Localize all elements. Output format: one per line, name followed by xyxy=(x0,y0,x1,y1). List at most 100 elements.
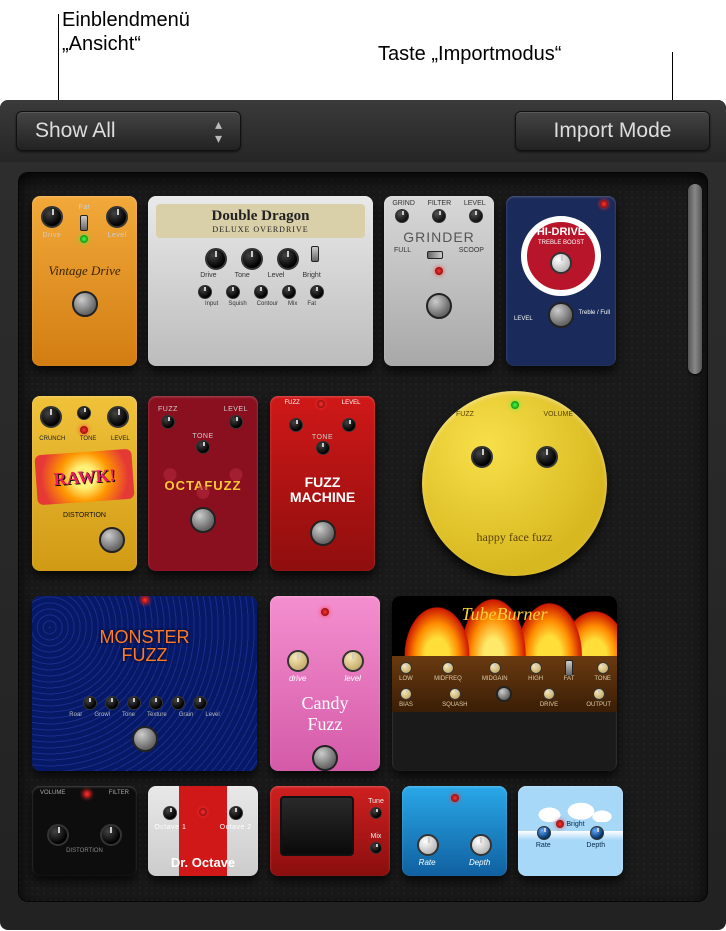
callout-text: Einblendmenü xyxy=(62,8,190,32)
pedal-label: MACHINE xyxy=(270,490,375,505)
knob-label: FILTER xyxy=(109,790,129,798)
pedal-grid: Drive Fat Level Vintage Drive Double Dra… xyxy=(32,186,678,902)
knob-label: FAT xyxy=(564,676,575,682)
knob-label: TONE xyxy=(594,676,611,682)
pedal-rawk[interactable]: CRUNCH TONE LEVEL RAWK! DISTORTION xyxy=(32,396,137,571)
knob-label: FUZZ xyxy=(158,406,178,413)
pedal-label: MONSTER xyxy=(32,628,257,646)
knob-label: VOLUME xyxy=(40,790,65,798)
import-mode-button[interactable]: Import Mode xyxy=(515,111,710,151)
pedal-label: GRINDER xyxy=(384,229,494,245)
footswitch-icon xyxy=(548,302,574,328)
knob-label: Mix xyxy=(368,833,384,840)
pedal-sublabel: DISTORTION xyxy=(32,848,137,854)
pedal-grinder[interactable]: GRIND FILTER LEVEL GRINDER FULL SCOOP xyxy=(384,196,494,366)
knob-label: Growl xyxy=(94,712,110,718)
pedal-browser: Drive Fat Level Vintage Drive Double Dra… xyxy=(18,172,708,902)
pedalboard-window: Show All ▴▾ Import Mode Drive Fat Level … xyxy=(0,100,726,930)
footswitch-icon xyxy=(310,520,336,546)
pedal-label: RAWK! xyxy=(34,449,134,506)
knob-label: OUTPUT xyxy=(586,702,611,708)
pedal-hi-drive[interactable]: HI-DRIVE TREBLE BOOST LEVEL Treble / Ful… xyxy=(506,196,616,366)
view-select-label: Show All xyxy=(35,119,116,143)
scrollbar-thumb[interactable] xyxy=(688,184,702,374)
footswitch-icon xyxy=(132,726,158,752)
knob-label: TONE xyxy=(80,436,97,442)
knob-label: Rate xyxy=(419,858,436,867)
knob-label: LOW xyxy=(399,676,413,682)
knob-label: Drive xyxy=(200,272,216,279)
knob-label: Tone xyxy=(122,712,135,718)
knob-label: DRIVE xyxy=(540,702,558,708)
knob-label: Level xyxy=(268,272,285,279)
pedal-tube-burner[interactable]: TubeBurner LOW MIDFREQ MIDGAIN HIGH FAT … xyxy=(392,596,617,771)
pedal-label: TubeBurner xyxy=(392,604,617,625)
callout-view-menu: Einblendmenü „Ansicht“ xyxy=(62,8,190,56)
footswitch-icon xyxy=(190,507,216,533)
pedal-fuzz-machine[interactable]: FUZZ LEVEL TONE FUZZ MACHINE xyxy=(270,396,375,571)
knob-label: Texture xyxy=(147,712,167,718)
pedal-happy-face-fuzz[interactable]: FUZZ VOLUME happy face fuzz xyxy=(422,391,607,576)
pedal-label: HI-DRIVE xyxy=(537,226,585,238)
knob-label: MIDGAIN xyxy=(482,676,508,682)
knob-label: LEVEL xyxy=(514,316,533,322)
knob-label: Tune xyxy=(368,798,384,805)
pedal-octafuzz[interactable]: FUZZ LEVEL TONE OCTAFUZZ xyxy=(148,396,258,571)
knob-label: Squish xyxy=(228,301,246,307)
footswitch-icon xyxy=(72,291,98,317)
pedal-sublabel: DELUXE OVERDRIVE xyxy=(156,225,365,234)
knob-label: Fat xyxy=(307,301,316,307)
callout-text: „Ansicht“ xyxy=(62,32,190,56)
footswitch-icon xyxy=(426,293,452,319)
knob-label: TONE xyxy=(270,434,375,441)
pedal-sky-chorus[interactable]: Bright Rate Depth xyxy=(518,786,623,876)
pedal-label: Double Dragon xyxy=(156,208,365,225)
knob-label: Roar xyxy=(69,712,82,718)
knob-label: Input xyxy=(205,301,218,307)
footswitch-icon xyxy=(496,686,512,702)
pedal-sublabel: DISTORTION xyxy=(32,512,137,519)
pedal-label: Candy xyxy=(270,693,380,714)
knob-label: LEVEL xyxy=(224,406,248,413)
knob-label: FUZZ xyxy=(456,411,474,418)
view-popup-menu[interactable]: Show All ▴▾ xyxy=(16,111,241,151)
knob-label: SQUASH xyxy=(442,702,467,708)
switch-label: FULL xyxy=(394,247,411,263)
knob-label: CRUNCH xyxy=(39,436,65,442)
knob-label: MIDFREQ xyxy=(434,676,462,682)
knob-label: Depth xyxy=(586,842,605,849)
knob-label: Bright xyxy=(302,272,320,279)
knob-label: FUZZ xyxy=(284,400,299,408)
knob-label: Tone xyxy=(235,272,250,279)
knob-label: Octave 2 xyxy=(220,824,252,831)
knob-label: GRIND xyxy=(392,200,415,207)
pedal-distortion-dark[interactable]: VOLUME FILTER DISTORTION xyxy=(32,786,137,876)
display-screen xyxy=(280,796,354,856)
import-button-label: Import Mode xyxy=(554,119,672,143)
footswitch-icon xyxy=(99,527,125,553)
pedal-label: Dr. Octave xyxy=(148,855,258,870)
pedal-label: happy face fuzz xyxy=(422,530,607,545)
pedal-red-amp[interactable]: Tune Mix xyxy=(270,786,390,876)
pedal-vintage-drive[interactable]: Drive Fat Level Vintage Drive xyxy=(32,196,137,366)
switch-label: Bright xyxy=(566,821,584,828)
footswitch-icon xyxy=(312,745,338,771)
pedal-dr-octave[interactable]: Octave 1 Octave 2 Dr. Octave xyxy=(148,786,258,876)
knob-label: Depth xyxy=(469,858,490,867)
knob-label: Level xyxy=(205,712,219,718)
pedal-label: Vintage Drive xyxy=(32,263,137,279)
pedal-double-dragon[interactable]: Double Dragon DELUXE OVERDRIVE Drive Ton… xyxy=(148,196,373,366)
knob-label: Mix xyxy=(288,301,297,307)
switch-label: Treble / Full xyxy=(579,310,610,316)
callout-region: Einblendmenü „Ansicht“ Taste „Importmodu… xyxy=(0,0,726,110)
pedal-monster-fuzz[interactable]: MONSTER FUZZ Roar Growl Tone Texture Gra… xyxy=(32,596,257,771)
pedal-label: FUZZ xyxy=(270,475,375,490)
pedal-blue-modulation[interactable]: Rate Depth xyxy=(402,786,507,876)
pedal-sublabel: TREBLE BOOST xyxy=(538,240,584,246)
pedal-label: OCTAFUZZ xyxy=(148,478,258,493)
toolbar: Show All ▴▾ Import Mode xyxy=(0,100,726,162)
pedal-candy-fuzz[interactable]: drive level Candy Fuzz xyxy=(270,596,380,771)
knob-label: HIGH xyxy=(528,676,543,682)
knob-label: BIAS xyxy=(399,702,413,708)
callout-import-button: Taste „Importmodus“ xyxy=(378,42,561,66)
